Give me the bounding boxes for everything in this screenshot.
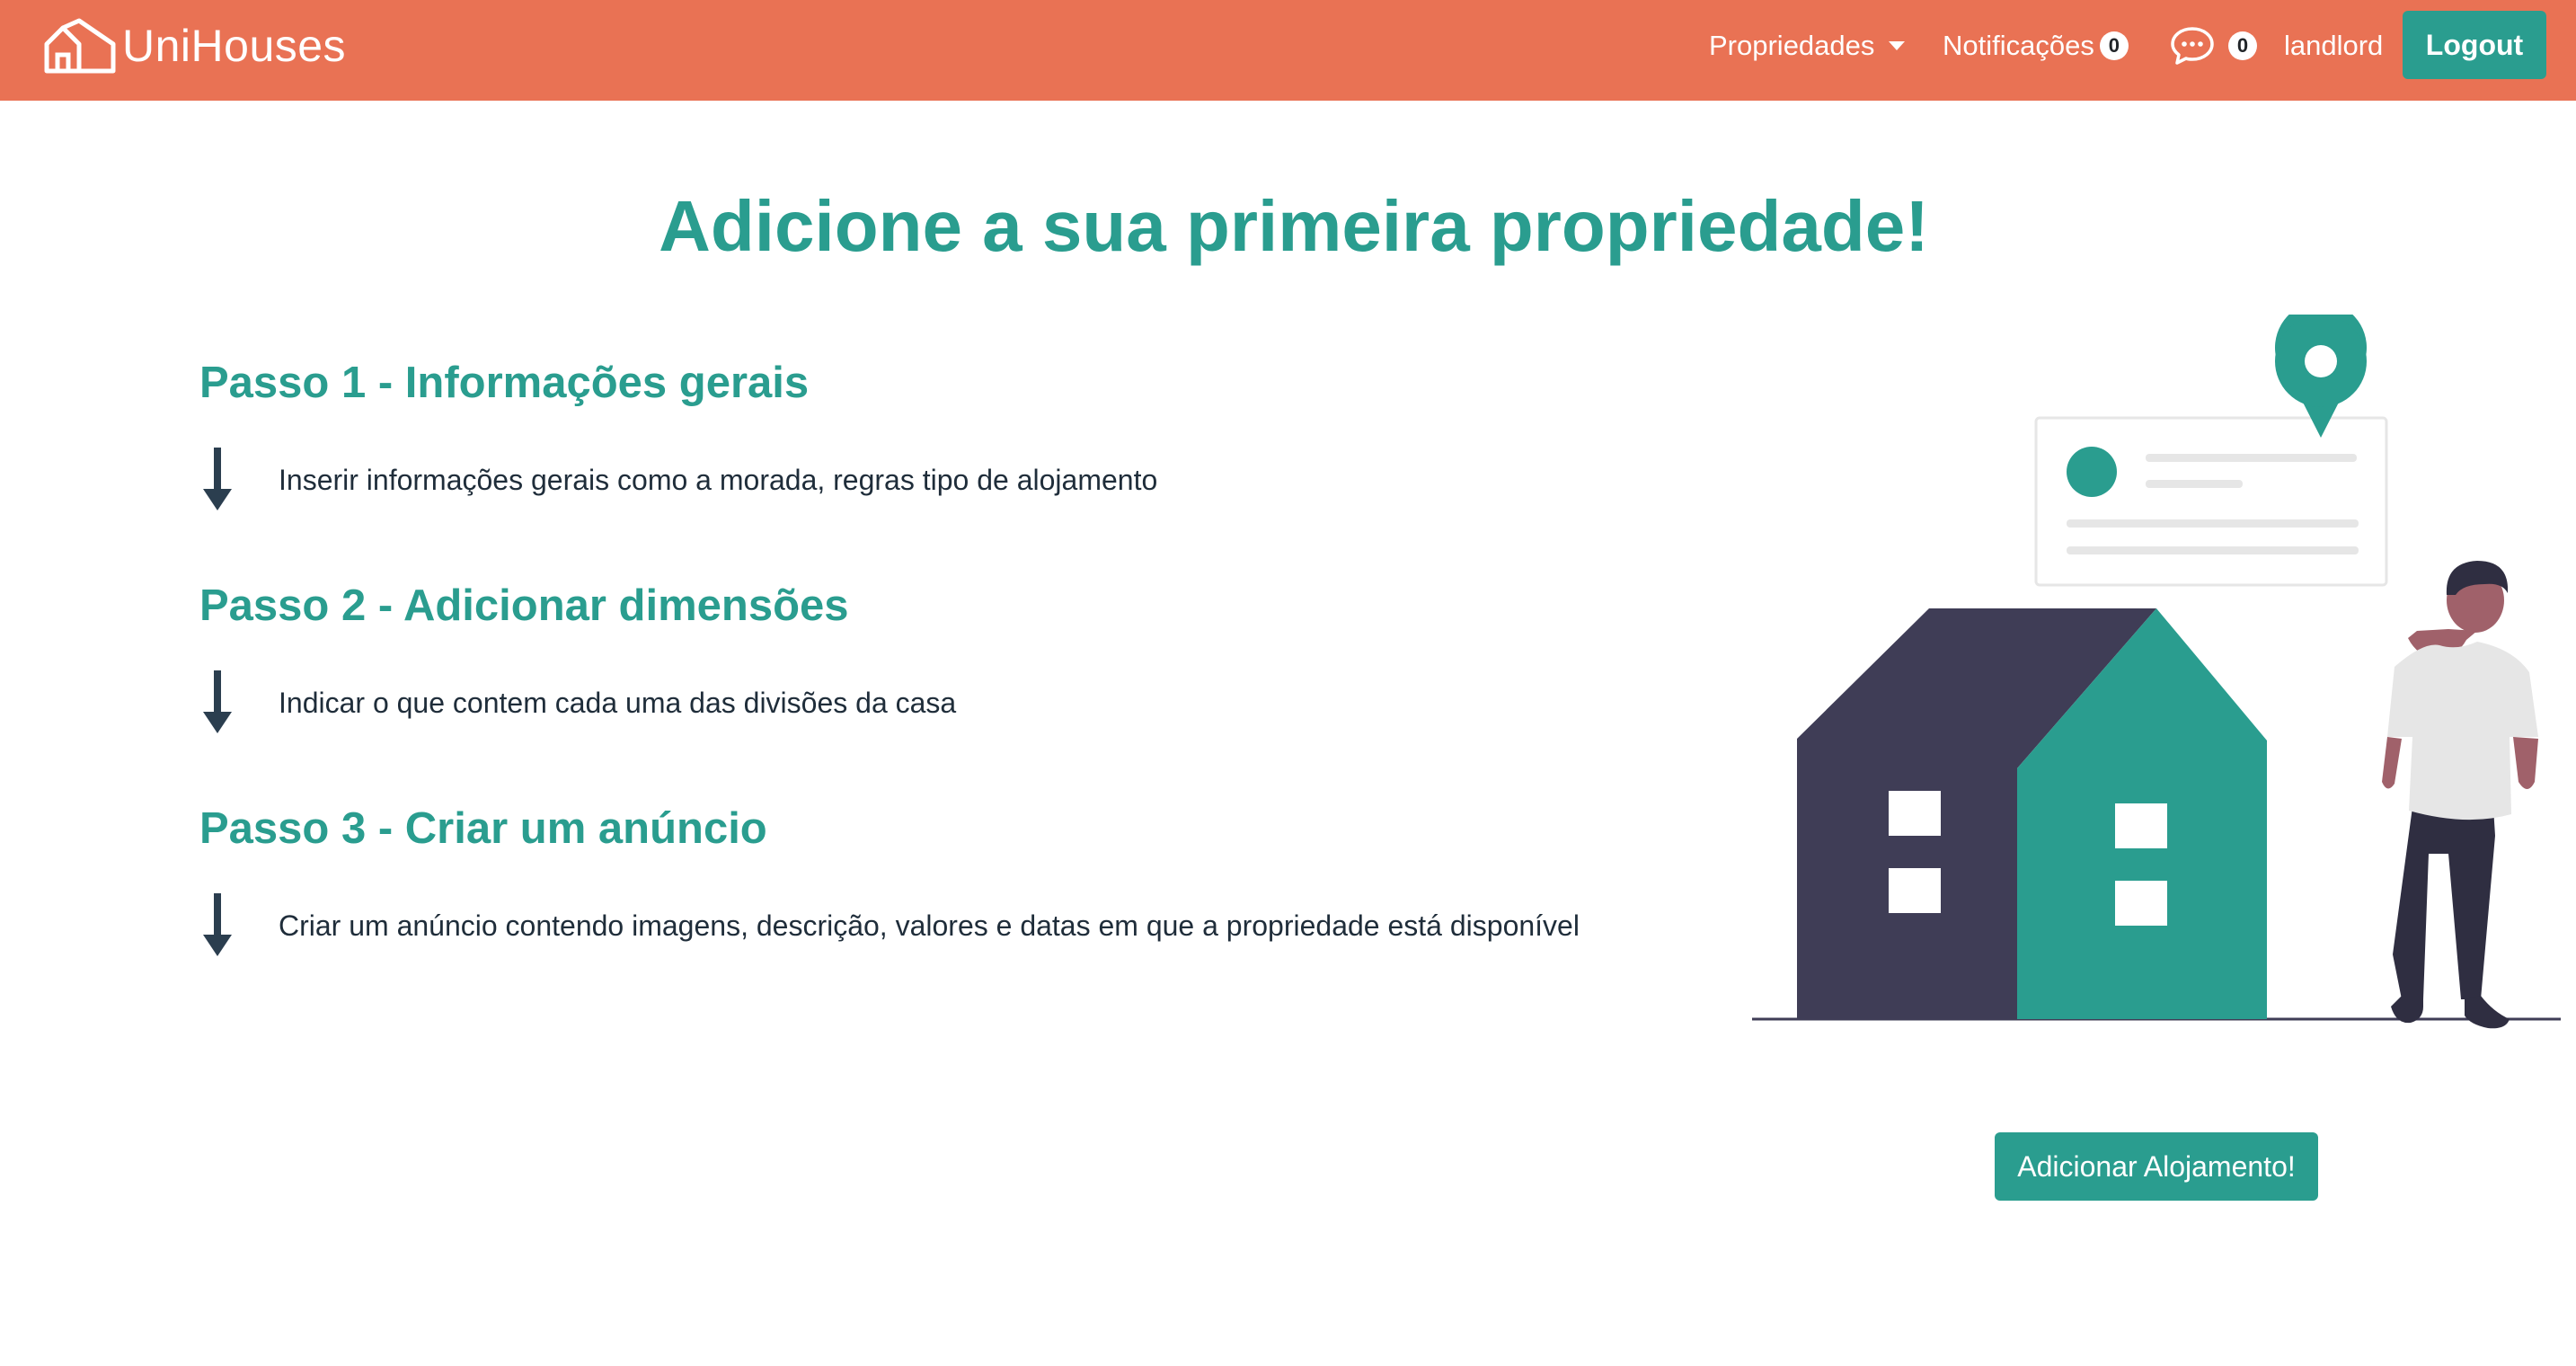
messages-link[interactable]: 0 [2169, 25, 2257, 67]
chevron-down-icon [1889, 41, 1906, 50]
brand-name: UniHouses [122, 21, 347, 71]
brand-logo-link[interactable]: UniHouses [43, 14, 346, 77]
messages-badge: 0 [2228, 31, 2257, 60]
location-card [2034, 416, 2388, 587]
logout-button[interactable]: Logout [2403, 11, 2546, 79]
properties-label: Propriedades [1709, 30, 1875, 61]
chat-bubble-icon [2171, 27, 2214, 65]
step-1-description: Inserir informações gerais como a morada… [279, 463, 1158, 496]
step-2-description: Indicar o que contem cada uma das divisõ… [279, 686, 957, 719]
step-2-heading: Passo 2 - Adicionar dimensões [199, 581, 849, 630]
add-accommodation-button[interactable]: Adicionar Alojamento! [1995, 1132, 2318, 1201]
arrow-down-icon [203, 893, 232, 956]
house-illustration [1752, 315, 2561, 1029]
step-3-row: Criar um anúncio contendo imagens, descr… [199, 893, 1580, 958]
person-figure [2382, 561, 2538, 1029]
arrow-down-icon [203, 670, 232, 733]
notifications-label: Notificações [1943, 30, 2094, 61]
step-1-row: Inserir informações gerais como a morada… [199, 448, 1157, 512]
house-logo-icon [44, 18, 116, 74]
properties-dropdown[interactable]: Propriedades [1709, 25, 1906, 67]
top-navbar: UniHouses Propriedades Notificações 0 0 … [0, 0, 2576, 101]
page-title: Adicione a sua primeira propriedade! [659, 186, 1929, 266]
notifications-badge: 0 [2099, 31, 2129, 60]
user-menu-link[interactable]: landlord [2284, 25, 2383, 67]
step-3-description: Criar um anúncio contendo imagens, descr… [279, 909, 1580, 942]
step-2-row: Indicar o que contem cada uma das divisõ… [199, 670, 956, 735]
step-1-heading: Passo 1 - Informações gerais [199, 359, 810, 407]
step-3-heading: Passo 3 - Criar um anúncio [199, 804, 767, 853]
arrow-down-icon [203, 448, 232, 510]
username-label: landlord [2284, 30, 2384, 61]
notifications-link[interactable]: Notificações 0 [1943, 25, 2129, 67]
